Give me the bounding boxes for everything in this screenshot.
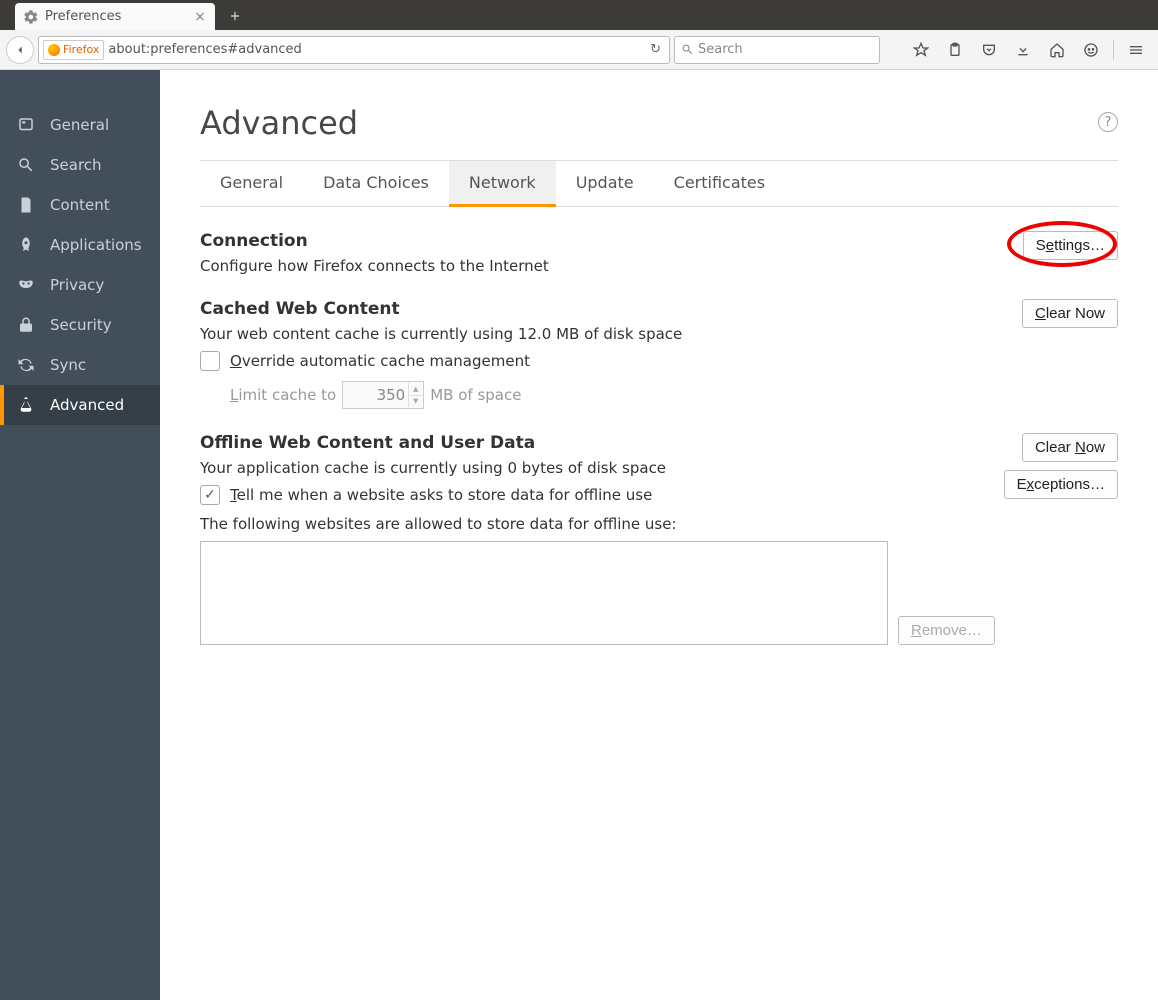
offline-exceptions-button[interactable]: Exceptions… xyxy=(1004,470,1118,499)
sidebar-label: Content xyxy=(50,196,110,214)
sidebar-item-applications[interactable]: Applications xyxy=(0,225,160,265)
page-title: Advanced xyxy=(200,104,358,142)
spinner-icon: ▲▼ xyxy=(408,383,422,407)
tab-close-icon[interactable]: × xyxy=(193,9,207,25)
pocket-icon[interactable] xyxy=(973,36,1005,64)
preferences-main: Advanced ? General Data Choices Network … xyxy=(160,70,1158,1000)
mask-icon xyxy=(16,275,36,295)
sidebar-item-general[interactable]: General xyxy=(0,105,160,145)
search-icon xyxy=(681,43,694,56)
connection-desc: Configure how Firefox connects to the In… xyxy=(200,257,1011,275)
connection-section: Connection Configure how Firefox connect… xyxy=(200,231,1118,275)
cache-section: Cached Web Content Your web content cach… xyxy=(200,299,1118,409)
offline-sites-listbox[interactable] xyxy=(200,541,888,645)
cache-desc: Your web content cache is currently usin… xyxy=(200,325,1010,343)
sidebar-label: Applications xyxy=(50,236,142,254)
cache-title: Cached Web Content xyxy=(200,299,1010,319)
search-placeholder: Search xyxy=(698,42,743,57)
new-tab-button[interactable] xyxy=(221,4,249,28)
override-cache-checkbox[interactable] xyxy=(200,351,220,371)
url-text: about:preferences#advanced xyxy=(108,42,646,57)
sidebar-label: Security xyxy=(50,316,112,334)
rocket-icon xyxy=(16,235,36,255)
limit-cache-input: 350 ▲▼ xyxy=(342,381,424,409)
separator xyxy=(1113,40,1114,60)
sidebar-label: Privacy xyxy=(50,276,104,294)
navigation-toolbar: Firefox about:preferences#advanced ↻ Sea… xyxy=(0,30,1158,70)
general-icon xyxy=(16,115,36,135)
flask-icon xyxy=(16,395,36,415)
limit-label: Limit cache to xyxy=(230,386,336,404)
subtab-update[interactable]: Update xyxy=(556,161,654,206)
sync-icon xyxy=(16,355,36,375)
preferences-sidebar: General Search Content Applications Priv… xyxy=(0,70,160,1000)
offline-remove-button: Remove… xyxy=(898,616,995,645)
help-icon[interactable]: ? xyxy=(1098,112,1118,132)
url-bar[interactable]: Firefox about:preferences#advanced ↻ xyxy=(38,36,670,64)
reload-icon[interactable]: ↻ xyxy=(646,42,665,57)
limit-suffix: MB of space xyxy=(430,386,521,404)
search-bar[interactable]: Search xyxy=(674,36,880,64)
subtab-network[interactable]: Network xyxy=(449,161,556,207)
lock-icon xyxy=(16,315,36,335)
sidebar-item-search[interactable]: Search xyxy=(0,145,160,185)
subtab-data-choices[interactable]: Data Choices xyxy=(303,161,449,206)
sidebar-label: Search xyxy=(50,156,102,174)
connection-title: Connection xyxy=(200,231,1011,251)
offline-tell-checkbox[interactable] xyxy=(200,485,220,505)
downloads-icon[interactable] xyxy=(1007,36,1039,64)
gear-icon xyxy=(23,9,39,25)
document-icon xyxy=(16,195,36,215)
bookmark-star-icon[interactable] xyxy=(905,36,937,64)
connection-settings-button[interactable]: Settings… xyxy=(1023,231,1118,260)
sidebar-label: Advanced xyxy=(50,396,124,414)
offline-allowed-label: The following websites are allowed to st… xyxy=(200,515,1118,533)
sidebar-item-content[interactable]: Content xyxy=(0,185,160,225)
subtab-general[interactable]: General xyxy=(200,161,303,206)
home-icon[interactable] xyxy=(1041,36,1073,64)
cache-clear-button[interactable]: Clear Now xyxy=(1022,299,1118,328)
identity-box[interactable]: Firefox xyxy=(43,40,104,60)
tab-title: Preferences xyxy=(45,9,193,24)
sidebar-item-advanced[interactable]: Advanced xyxy=(0,385,160,425)
sidebar-item-sync[interactable]: Sync xyxy=(0,345,160,385)
browser-tab-preferences[interactable]: Preferences × xyxy=(15,3,215,30)
sidebar-item-security[interactable]: Security xyxy=(0,305,160,345)
subtab-certificates[interactable]: Certificates xyxy=(654,161,785,206)
sidebar-label: Sync xyxy=(50,356,86,374)
offline-section: Offline Web Content and User Data Your a… xyxy=(200,433,1118,645)
browser-tab-strip: Preferences × xyxy=(0,0,1158,30)
offline-tell-label: Tell me when a website asks to store dat… xyxy=(230,486,652,504)
sidebar-item-privacy[interactable]: Privacy xyxy=(0,265,160,305)
offline-title: Offline Web Content and User Data xyxy=(200,433,992,453)
search-icon xyxy=(16,155,36,175)
offline-desc: Your application cache is currently usin… xyxy=(200,459,992,477)
clipboard-icon[interactable] xyxy=(939,36,971,64)
chat-icon[interactable] xyxy=(1075,36,1107,64)
sidebar-label: General xyxy=(50,116,109,134)
firefox-logo-icon xyxy=(48,44,60,56)
advanced-subtabs: General Data Choices Network Update Cert… xyxy=(200,161,1118,207)
offline-clear-button[interactable]: Clear Now xyxy=(1022,433,1118,462)
override-cache-label: Override automatic cache management xyxy=(230,352,530,370)
menu-icon[interactable] xyxy=(1120,36,1152,64)
back-button[interactable] xyxy=(6,36,34,64)
